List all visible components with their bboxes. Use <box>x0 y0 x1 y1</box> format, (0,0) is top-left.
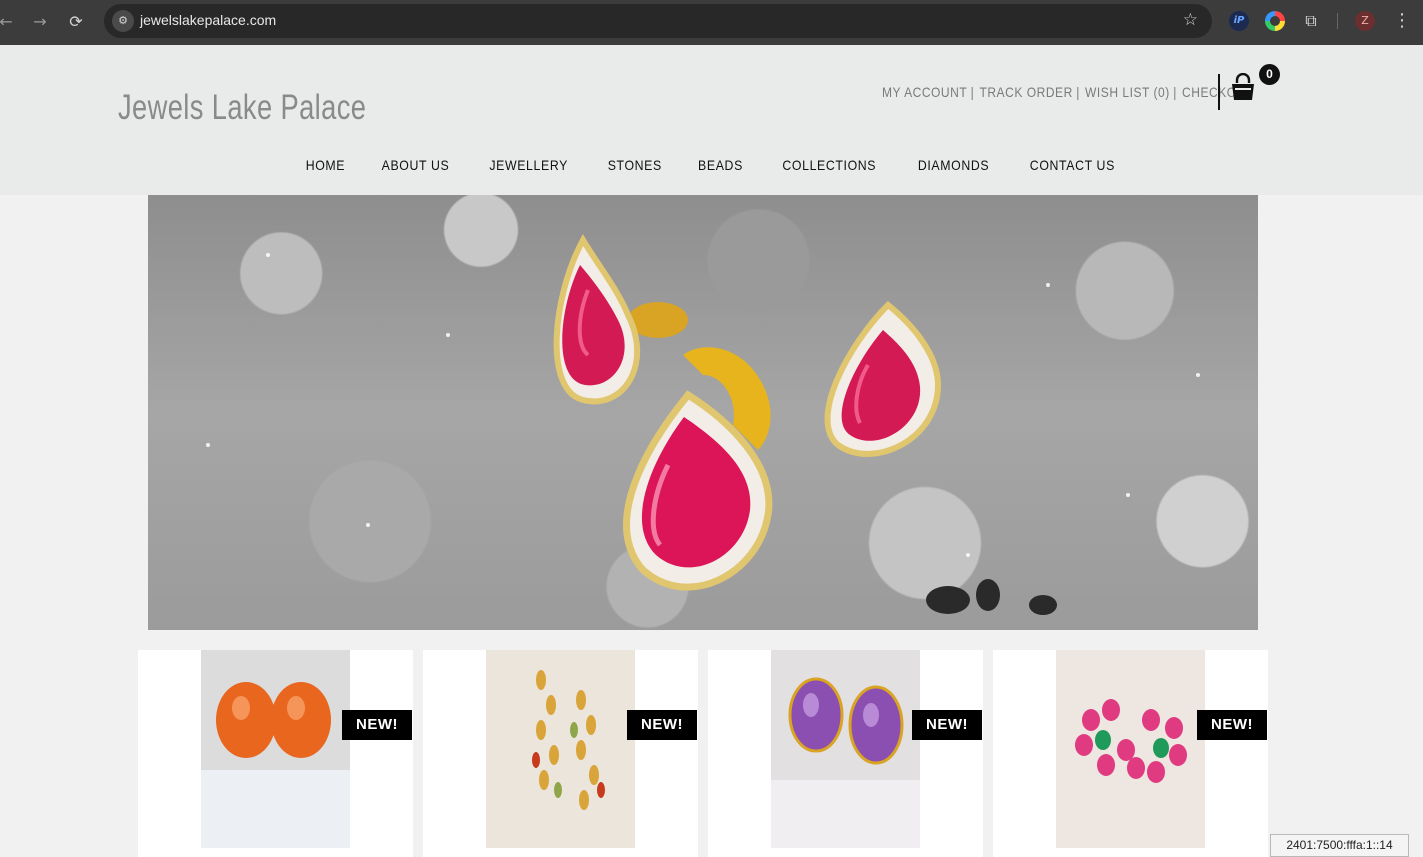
ruby-jewelry-illustration <box>206 233 1200 615</box>
product-card[interactable]: NEW! <box>138 650 413 857</box>
track-order-link[interactable]: TRACK ORDER <box>979 84 1072 100</box>
site-header: Jewels Lake Palace MY ACCOUNT | TRACK OR… <box>0 45 1423 195</box>
browser-menu-icon[interactable]: ⋮ <box>1393 10 1411 31</box>
product-thumbnail[interactable] <box>1056 650 1205 848</box>
reload-icon[interactable]: ⟳ <box>66 12 86 32</box>
main-navigation: HOME ABOUT US JEWELLERY STONES BEADS COL… <box>0 157 1423 173</box>
cart-divider <box>1218 74 1220 110</box>
new-badge: NEW! <box>912 710 982 740</box>
nav-home[interactable]: HOME <box>292 157 358 173</box>
new-badge: NEW! <box>342 710 412 740</box>
nav-collections[interactable]: COLLECTIONS <box>769 157 889 173</box>
left-earring <box>553 233 641 405</box>
extensions-puzzle-icon[interactable]: ⧉ <box>1301 11 1321 31</box>
site-logo[interactable]: Jewels Lake Palace <box>118 88 366 128</box>
right-earring <box>824 300 942 457</box>
hero-banner-image[interactable] <box>148 195 1258 630</box>
new-products-grid: NEW! NEW! NEW! NEW! <box>138 650 1268 857</box>
new-badge: NEW! <box>627 710 697 740</box>
product-thumbnail[interactable] <box>486 650 635 848</box>
new-badge: NEW! <box>1197 710 1267 740</box>
product-card[interactable]: NEW! <box>423 650 698 857</box>
url-text[interactable]: jewelslakepalace.com <box>140 12 276 28</box>
my-account-link[interactable]: MY ACCOUNT <box>882 84 967 100</box>
nav-stones[interactable]: STONES <box>594 157 675 173</box>
site-settings-icon[interactable]: ⚙ <box>112 10 134 32</box>
product-card[interactable]: NEW! <box>708 650 983 857</box>
profile-avatar[interactable]: Z <box>1355 11 1375 31</box>
product-card[interactable]: NEW! <box>993 650 1268 857</box>
browser-toolbar: ← → ⟳ ⚙ jewelslakepalace.com ☆ iP ⧉ Z ⋮ <box>0 0 1423 45</box>
nav-beads[interactable]: BEADS <box>685 157 756 173</box>
cart-count-badge: 0 <box>1259 64 1280 85</box>
product-thumbnail[interactable] <box>201 650 350 848</box>
shopping-bag-icon[interactable] <box>1229 73 1257 101</box>
link-separator: | <box>1173 84 1177 100</box>
address-bar[interactable]: ⚙ jewelslakepalace.com ☆ <box>104 4 1212 38</box>
bookmark-star-icon[interactable]: ☆ <box>1183 10 1198 30</box>
link-separator: | <box>1076 84 1080 100</box>
forward-arrow-icon[interactable]: → <box>30 12 50 32</box>
nav-contact-us[interactable]: CONTACT US <box>1016 157 1128 173</box>
toolbar-divider <box>1337 13 1338 29</box>
color-picker-extension-icon[interactable] <box>1265 11 1285 31</box>
nav-diamonds[interactable]: DIAMONDS <box>904 157 1002 173</box>
back-arrow-icon[interactable]: ← <box>0 12 16 32</box>
product-thumbnail[interactable] <box>771 650 920 848</box>
account-links: MY ACCOUNT | TRACK ORDER | WISH LIST (0)… <box>882 84 1254 100</box>
nav-about-us[interactable]: ABOUT US <box>369 157 463 173</box>
nav-jewellery[interactable]: JEWELLERY <box>476 157 581 173</box>
ip-extension-icon[interactable]: iP <box>1229 11 1249 31</box>
link-separator: | <box>970 84 975 100</box>
ip-address-tooltip: 2401:7500:fffa:1::14 <box>1270 834 1409 857</box>
wish-list-link[interactable]: WISH LIST (0) <box>1085 84 1170 100</box>
